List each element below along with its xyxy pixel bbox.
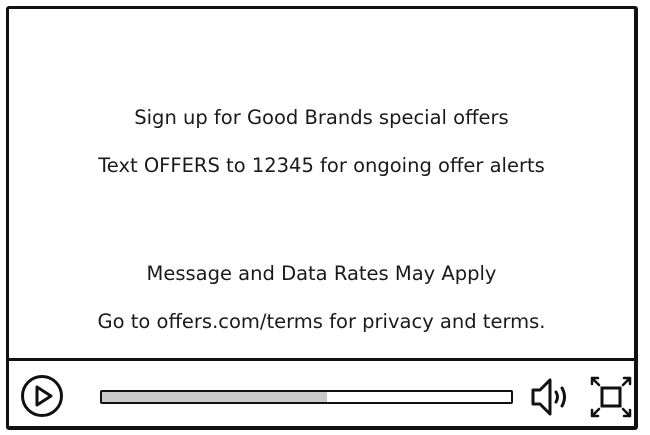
fullscreen-button[interactable] <box>589 375 633 419</box>
video-screen[interactable]: Sign up for Good Brands special offers T… <box>9 9 634 358</box>
play-button[interactable] <box>21 375 63 417</box>
video-text-line-4: Go to offers.com/terms for privacy and t… <box>97 310 546 333</box>
volume-button[interactable] <box>529 375 573 419</box>
video-text-line-1: Sign up for Good Brands special offers <box>134 106 509 129</box>
progress-bar[interactable] <box>100 390 513 404</box>
video-player: Sign up for Good Brands special offers T… <box>6 6 638 430</box>
progress-fill <box>102 392 327 402</box>
video-controls-bar <box>9 361 634 426</box>
play-icon <box>35 385 53 407</box>
fullscreen-icon <box>590 376 632 418</box>
video-text-line-3: Message and Data Rates May Apply <box>146 262 497 285</box>
video-text-line-2: Text OFFERS to 12345 for ongoing offer a… <box>98 154 545 177</box>
speaker-volume-icon <box>531 378 566 416</box>
